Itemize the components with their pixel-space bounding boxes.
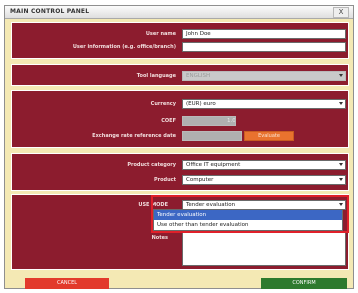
notes-textarea[interactable] [182,232,346,266]
window-title: MAIN CONTROL PANEL [10,8,90,15]
chevron-down-icon [339,74,343,77]
coef-value: 1.00 [227,118,236,124]
evaluate-button[interactable]: Evaluate [244,131,294,141]
product-dropdown[interactable]: Computer [182,175,346,185]
tool-language-value: ENGLISH [186,73,211,79]
user-section: User name John Doe User information (e.g… [11,22,349,59]
cancel-button[interactable]: CANCEL [25,278,109,289]
product-label: Product [153,177,176,183]
main-control-panel-window: MAIN CONTROL PANEL X User name John Doe … [4,5,354,289]
exchange-date-label: Exchange rate reference date [92,133,176,139]
currency-dropdown[interactable]: (EUR) euro [182,99,346,109]
user-info-label: User information (e.g. office/branch) [72,44,176,50]
highlight-box [151,195,349,233]
chevron-down-icon [339,163,343,166]
currency-section: Currency (EUR) euro COEF 1.00 Exchange r… [11,90,349,148]
product-section: Product category Office IT equipment Pro… [11,153,349,191]
coef-label: COEF [161,118,176,124]
tool-language-label: Tool language [136,73,176,79]
chevron-down-icon [339,178,343,181]
coef-field: 1.00 [182,116,236,126]
product-value: Computer [186,177,214,183]
product-category-label: Product category [127,162,176,168]
product-category-value: Office IT equipment [186,162,241,168]
close-button[interactable]: X [333,7,349,18]
currency-label: Currency [150,101,176,107]
language-section: Tool language ENGLISH [11,64,349,86]
title-bar: MAIN CONTROL PANEL X [5,6,353,19]
notes-label: Notes [151,235,168,241]
chevron-down-icon [339,102,343,105]
tool-language-dropdown[interactable]: ENGLISH [182,71,346,81]
exchange-date-field[interactable] [182,131,242,141]
product-category-dropdown[interactable]: Office IT equipment [182,160,346,170]
confirm-button[interactable]: CONFIRM [261,278,347,289]
currency-value: (EUR) euro [186,101,216,107]
user-info-field[interactable] [182,42,346,52]
user-name-label: User name [145,31,176,37]
user-name-field[interactable]: John Doe [182,29,346,39]
